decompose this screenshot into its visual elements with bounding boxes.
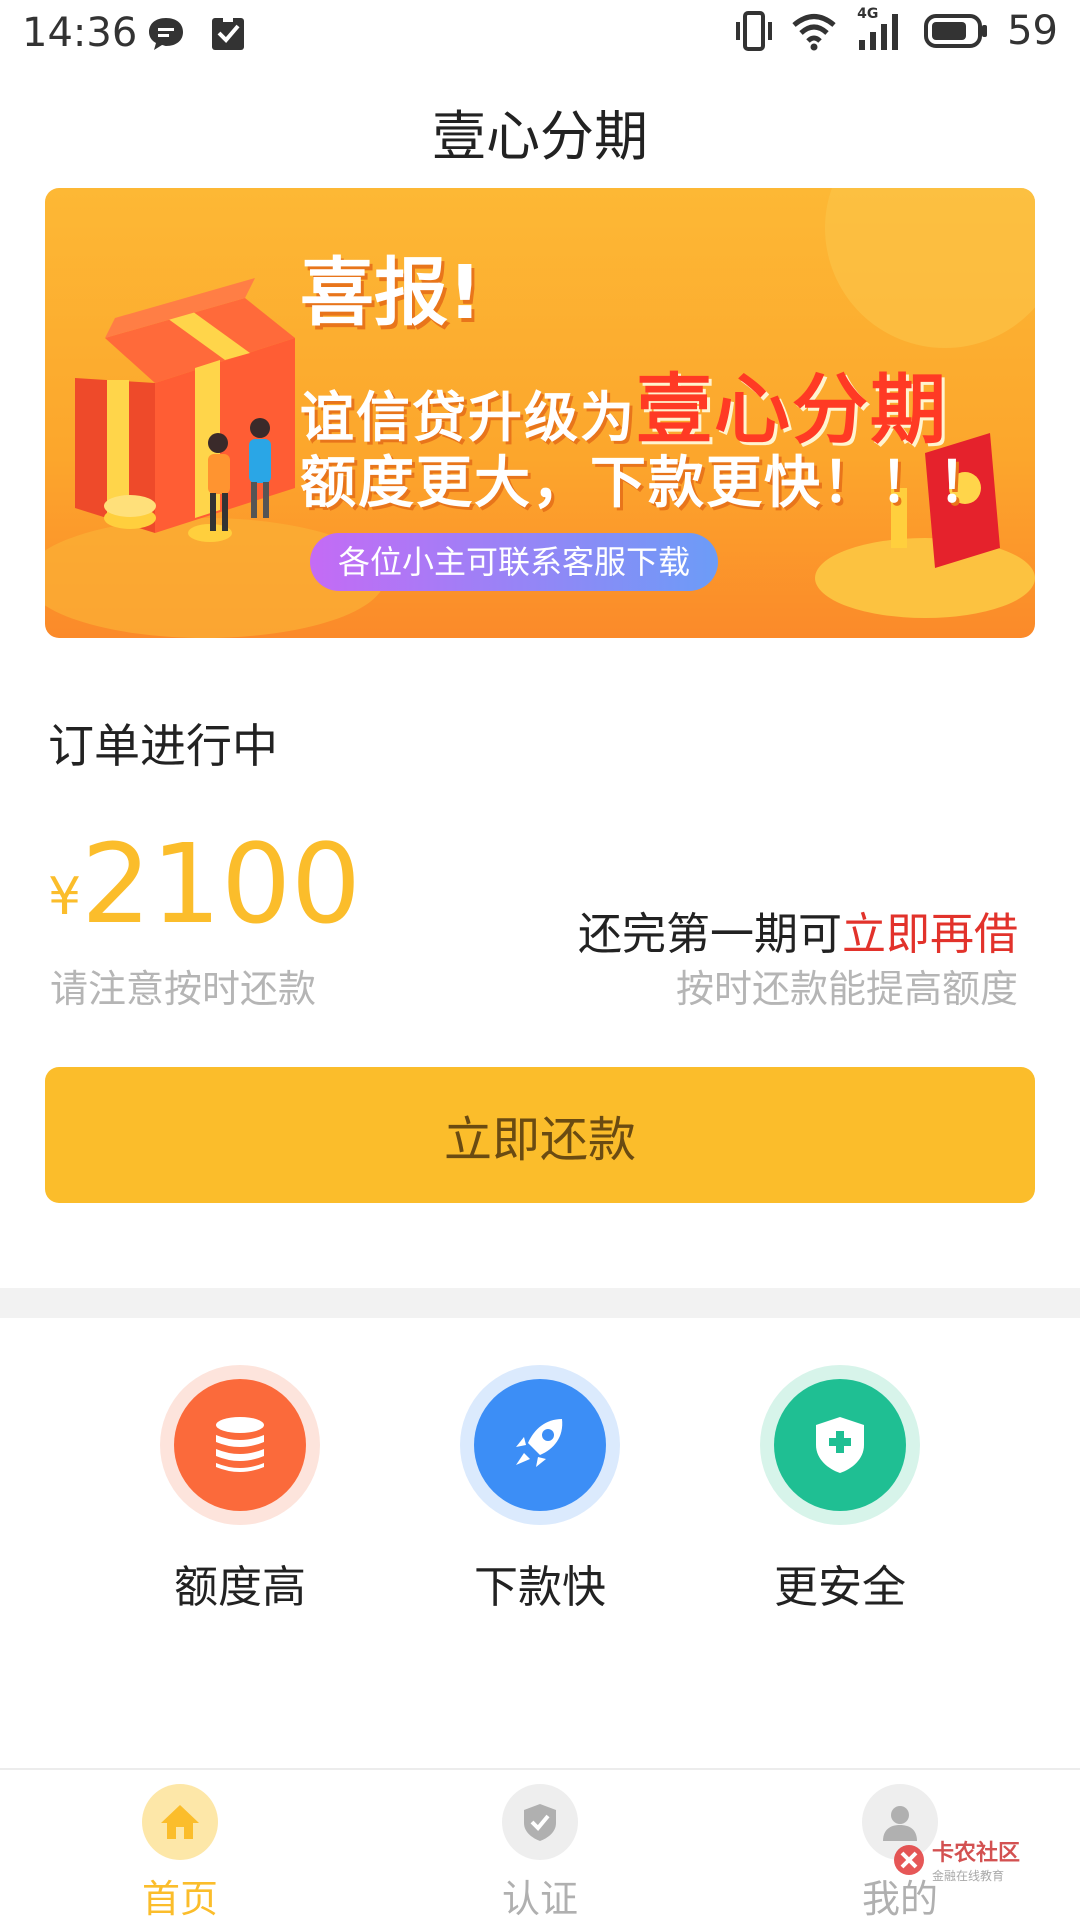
feature-icon-halo bbox=[760, 1365, 920, 1525]
tab-verify[interactable]: 认证 bbox=[440, 1784, 640, 1923]
order-status: 订单进行中 bbox=[48, 719, 278, 773]
watermark-subtext: 金融在线教育 bbox=[931, 1869, 1004, 1883]
status-right-group: 4G 59 bbox=[735, 6, 1058, 54]
reborrow-note: 按时还款能提高额度 bbox=[675, 967, 1018, 1011]
tab-label: 首页 bbox=[141, 1877, 218, 1921]
status-time: 14:36 bbox=[22, 10, 138, 56]
feature-fast-loan[interactable]: 下款快 bbox=[430, 1365, 650, 1615]
shield-check-icon bbox=[502, 1784, 578, 1860]
home-icon bbox=[142, 1784, 218, 1860]
amount-value: 2100 bbox=[81, 820, 362, 948]
clipboard-check-icon bbox=[212, 16, 244, 50]
shield-plus-icon bbox=[774, 1379, 906, 1511]
tab-label: 认证 bbox=[501, 1877, 578, 1921]
network-type: 4G bbox=[857, 6, 879, 22]
coin-stack-icon bbox=[174, 1379, 306, 1511]
watermark-logo-icon bbox=[893, 1844, 924, 1875]
wifi-icon bbox=[792, 14, 836, 51]
banner-headline: 喜报! bbox=[300, 250, 482, 336]
feature-label: 下款快 bbox=[474, 1562, 606, 1613]
feature-label: 额度高 bbox=[174, 1562, 306, 1613]
amount-note: 请注意按时还款 bbox=[50, 967, 317, 1011]
watermark-text: 卡农社区 bbox=[931, 1841, 1020, 1866]
feature-label: 更安全 bbox=[774, 1562, 906, 1613]
reborrow-prefix: 还完第一期可 bbox=[578, 909, 842, 960]
section-divider bbox=[0, 1288, 1080, 1318]
battery-level: 59 bbox=[1007, 8, 1058, 54]
tab-home[interactable]: 首页 bbox=[80, 1784, 280, 1923]
signal-icon: 4G bbox=[855, 6, 905, 52]
reborrow-link[interactable]: 立即再借 bbox=[842, 909, 1018, 960]
currency-symbol: ¥ bbox=[48, 867, 82, 927]
promo-banner[interactable]: 喜报! 谊信贷升级为壹心分期 额度更大，下款更快！！！ 各位小主可联系客服下载 bbox=[45, 188, 1035, 638]
battery-icon bbox=[924, 14, 988, 48]
vibrate-icon bbox=[736, 11, 773, 51]
feature-icon-halo bbox=[160, 1365, 320, 1525]
banner-pill: 各位小主可联系客服下载 bbox=[310, 533, 719, 591]
feature-high-limit[interactable]: 额度高 bbox=[130, 1365, 350, 1615]
status-bar: 14:36 4G 59 bbox=[0, 0, 1080, 68]
message-icon bbox=[149, 18, 183, 50]
banner-slogan: 额度更大，下款更快！！！ bbox=[300, 451, 996, 516]
feature-icon-halo bbox=[460, 1365, 620, 1525]
watermark: 卡农社区 金融在线教育 bbox=[892, 1835, 1020, 1884]
page-title: 壹心分期 bbox=[432, 105, 648, 168]
rocket-icon bbox=[474, 1379, 606, 1511]
feature-more-secure[interactable]: 更安全 bbox=[730, 1365, 950, 1615]
repay-now-button[interactable]: 立即还款 bbox=[45, 1067, 1035, 1203]
reborrow-text: 还完第一期可立即再借 bbox=[578, 898, 1018, 962]
amount-display: ¥2100 bbox=[48, 820, 361, 948]
